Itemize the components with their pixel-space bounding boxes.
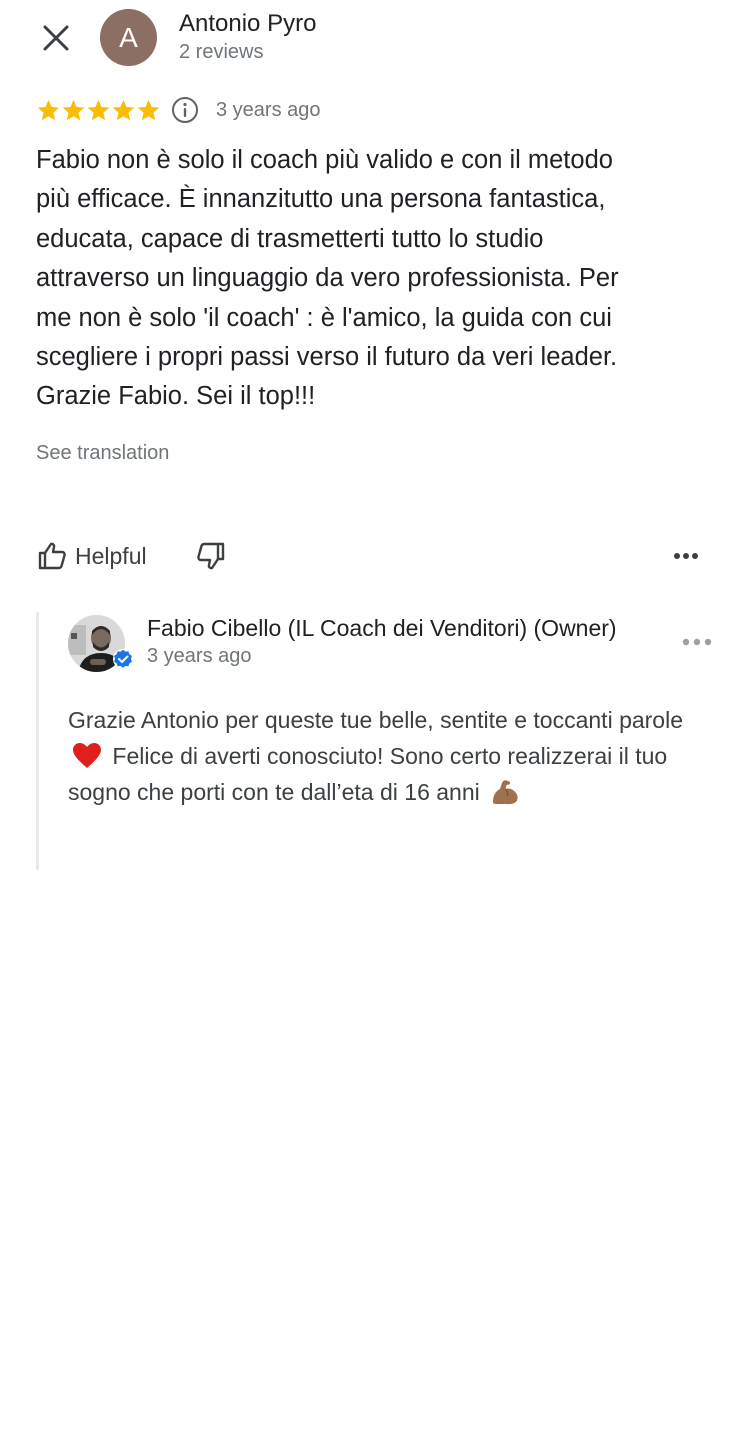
close-icon xyxy=(43,25,69,51)
helpful-label: Helpful xyxy=(75,542,147,569)
more-horizontal-icon xyxy=(682,638,712,646)
rating-row: 3 years ago xyxy=(36,94,321,126)
star-icon xyxy=(62,99,85,120)
reviewer-name[interactable]: Antonio Pyro xyxy=(179,10,316,38)
owner-reply: Fabio Cibello (IL Coach dei Venditori) (… xyxy=(36,612,729,870)
reviewer-review-count: 2 reviews xyxy=(179,41,264,63)
not-helpful-button[interactable] xyxy=(193,538,229,574)
review-date: 3 years ago xyxy=(216,98,321,121)
owner-reply-text: Grazie Antonio per queste tue belle, sen… xyxy=(68,702,708,810)
review-more-button[interactable] xyxy=(668,538,704,574)
reply-text-part2: Felice di averti conosciuto! Sono certo … xyxy=(68,743,668,805)
thumb-down-icon xyxy=(196,542,224,570)
star-icon xyxy=(137,99,160,120)
thumb-up-icon xyxy=(36,540,68,572)
star-icon xyxy=(112,99,135,120)
info-icon xyxy=(172,97,198,123)
helpful-button[interactable]: Helpful xyxy=(36,540,147,572)
star-rating xyxy=(36,98,161,123)
owner-reply-date: 3 years ago xyxy=(147,645,252,667)
reviewer-initial: A xyxy=(119,21,138,53)
review-text: Fabio non è solo il coach più valido e c… xyxy=(36,146,619,411)
star-icon xyxy=(37,99,60,120)
reply-text-part1: Grazie Antonio per queste tue belle, sen… xyxy=(68,707,684,733)
flexed-biceps-emoji xyxy=(493,780,518,805)
verified-badge-icon xyxy=(113,649,133,669)
owner-name[interactable]: Fabio Cibello (IL Coach dei Venditori) (… xyxy=(147,615,647,642)
reviewer-avatar[interactable]: A xyxy=(100,9,157,66)
see-translation-link[interactable]: See translation xyxy=(36,442,169,465)
review-actions: Helpful xyxy=(36,534,704,578)
star-icon xyxy=(87,99,110,120)
more-horizontal-icon xyxy=(674,553,698,559)
close-button[interactable] xyxy=(34,16,78,60)
owner-reply-more-button[interactable] xyxy=(677,624,717,660)
info-button[interactable] xyxy=(171,96,199,124)
red-heart-emoji xyxy=(73,742,101,768)
